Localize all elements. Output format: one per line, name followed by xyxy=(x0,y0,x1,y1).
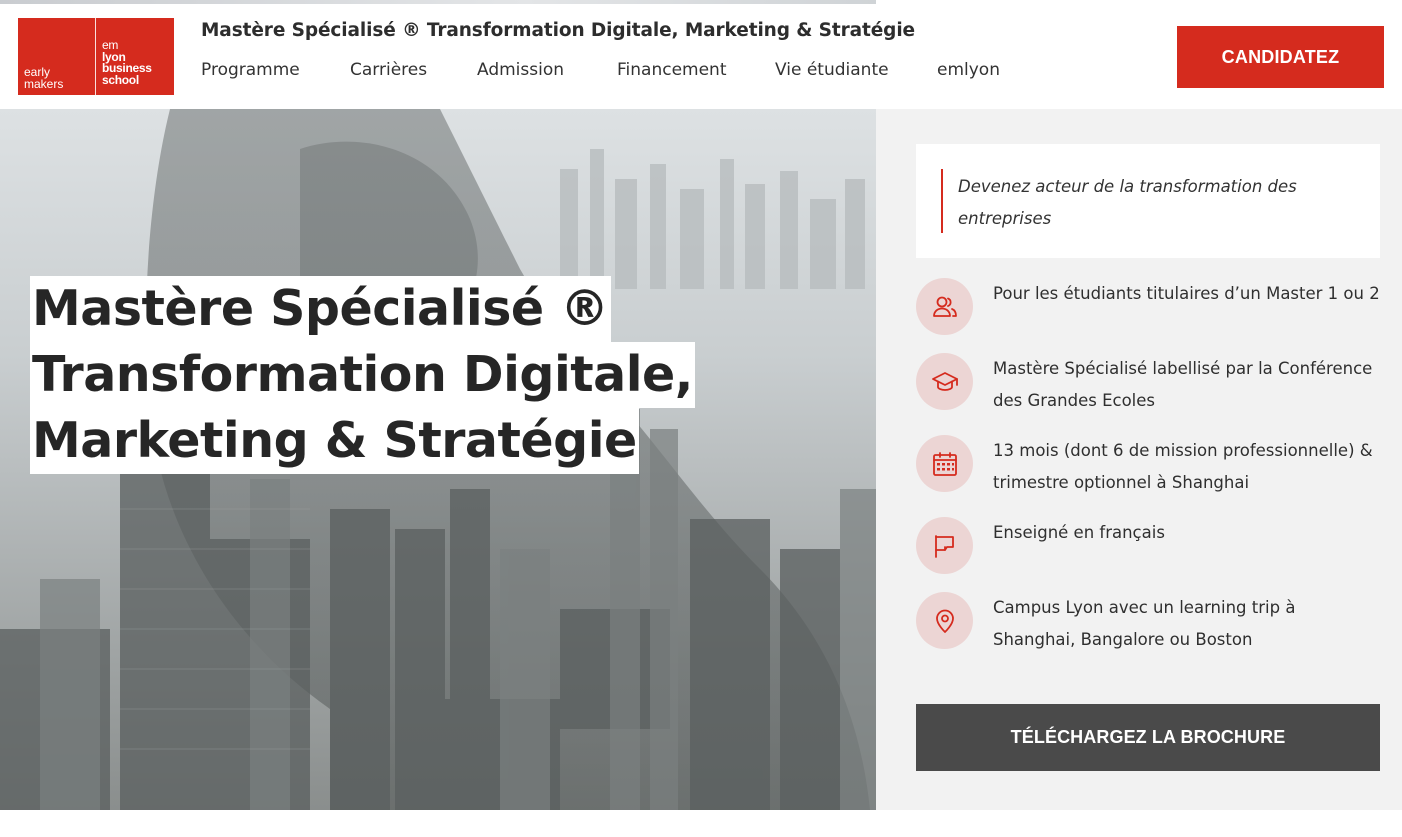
hero-title-line-2: Transformation Digitale, xyxy=(30,342,695,408)
feature-text: Campus Lyon avec un learning trip à Shan… xyxy=(993,598,1296,649)
hero-section: Mastère Spécialisé ® Transformation Digi… xyxy=(0,109,876,810)
location-pin-icon xyxy=(916,592,973,649)
calendar-icon xyxy=(916,435,973,492)
nav-item-carrieres[interactable]: Carrières xyxy=(350,60,477,84)
nav-item-programme[interactable]: Programme xyxy=(201,60,350,84)
site-header: early makers em lyon business school Mas… xyxy=(0,0,1402,109)
program-info-sidebar: Devenez acteur de la transformation des … xyxy=(876,109,1402,810)
hero-title-line-1: Mastère Spécialisé ® xyxy=(30,276,611,342)
tagline-box: Devenez acteur de la transformation des … xyxy=(916,144,1380,258)
logo-school: school xyxy=(102,72,139,87)
logo-right-text: em lyon business school xyxy=(102,39,152,87)
page-bottom-strip xyxy=(0,810,1402,837)
feature-text: 13 mois (dont 6 de mission professionnel… xyxy=(993,441,1373,492)
tagline-text: Devenez acteur de la transformation des … xyxy=(958,177,1297,228)
users-icon xyxy=(916,278,973,335)
graduation-cap-icon xyxy=(916,353,973,410)
logo-left-text: early makers xyxy=(24,66,63,90)
flag-icon xyxy=(916,517,973,574)
hero-title: Mastère Spécialisé ® Transformation Digi… xyxy=(30,276,695,474)
logo-divider xyxy=(95,18,96,95)
apply-button[interactable]: CANDIDATEZ xyxy=(1177,26,1384,88)
download-brochure-button[interactable]: TÉLÉCHARGEZ LA BROCHURE xyxy=(916,704,1380,771)
nav-item-emlyon[interactable]: emlyon xyxy=(937,60,1007,84)
hero-title-line-3: Marketing & Stratégie xyxy=(30,408,639,474)
nav-item-admission[interactable]: Admission xyxy=(477,60,617,84)
feature-text: Enseigné en français xyxy=(993,523,1165,542)
logo-makers: makers xyxy=(24,77,64,91)
feature-text: Pour les étudiants titulaires d’un Maste… xyxy=(993,284,1380,303)
nav-item-financement[interactable]: Financement xyxy=(617,60,775,84)
main-nav: Programme Carrières Admission Financemen… xyxy=(201,60,1007,84)
tagline-accent-bar xyxy=(941,169,943,233)
header-top-strip xyxy=(0,0,876,4)
feature-text: Mastère Spécialisé labellisé par la Conf… xyxy=(993,359,1373,410)
nav-item-vie-etudiante[interactable]: Vie étudiante xyxy=(775,60,937,84)
program-title: Mastère Spécialisé ® Transformation Digi… xyxy=(201,20,916,41)
emlyon-logo[interactable]: early makers em lyon business school xyxy=(18,18,174,95)
